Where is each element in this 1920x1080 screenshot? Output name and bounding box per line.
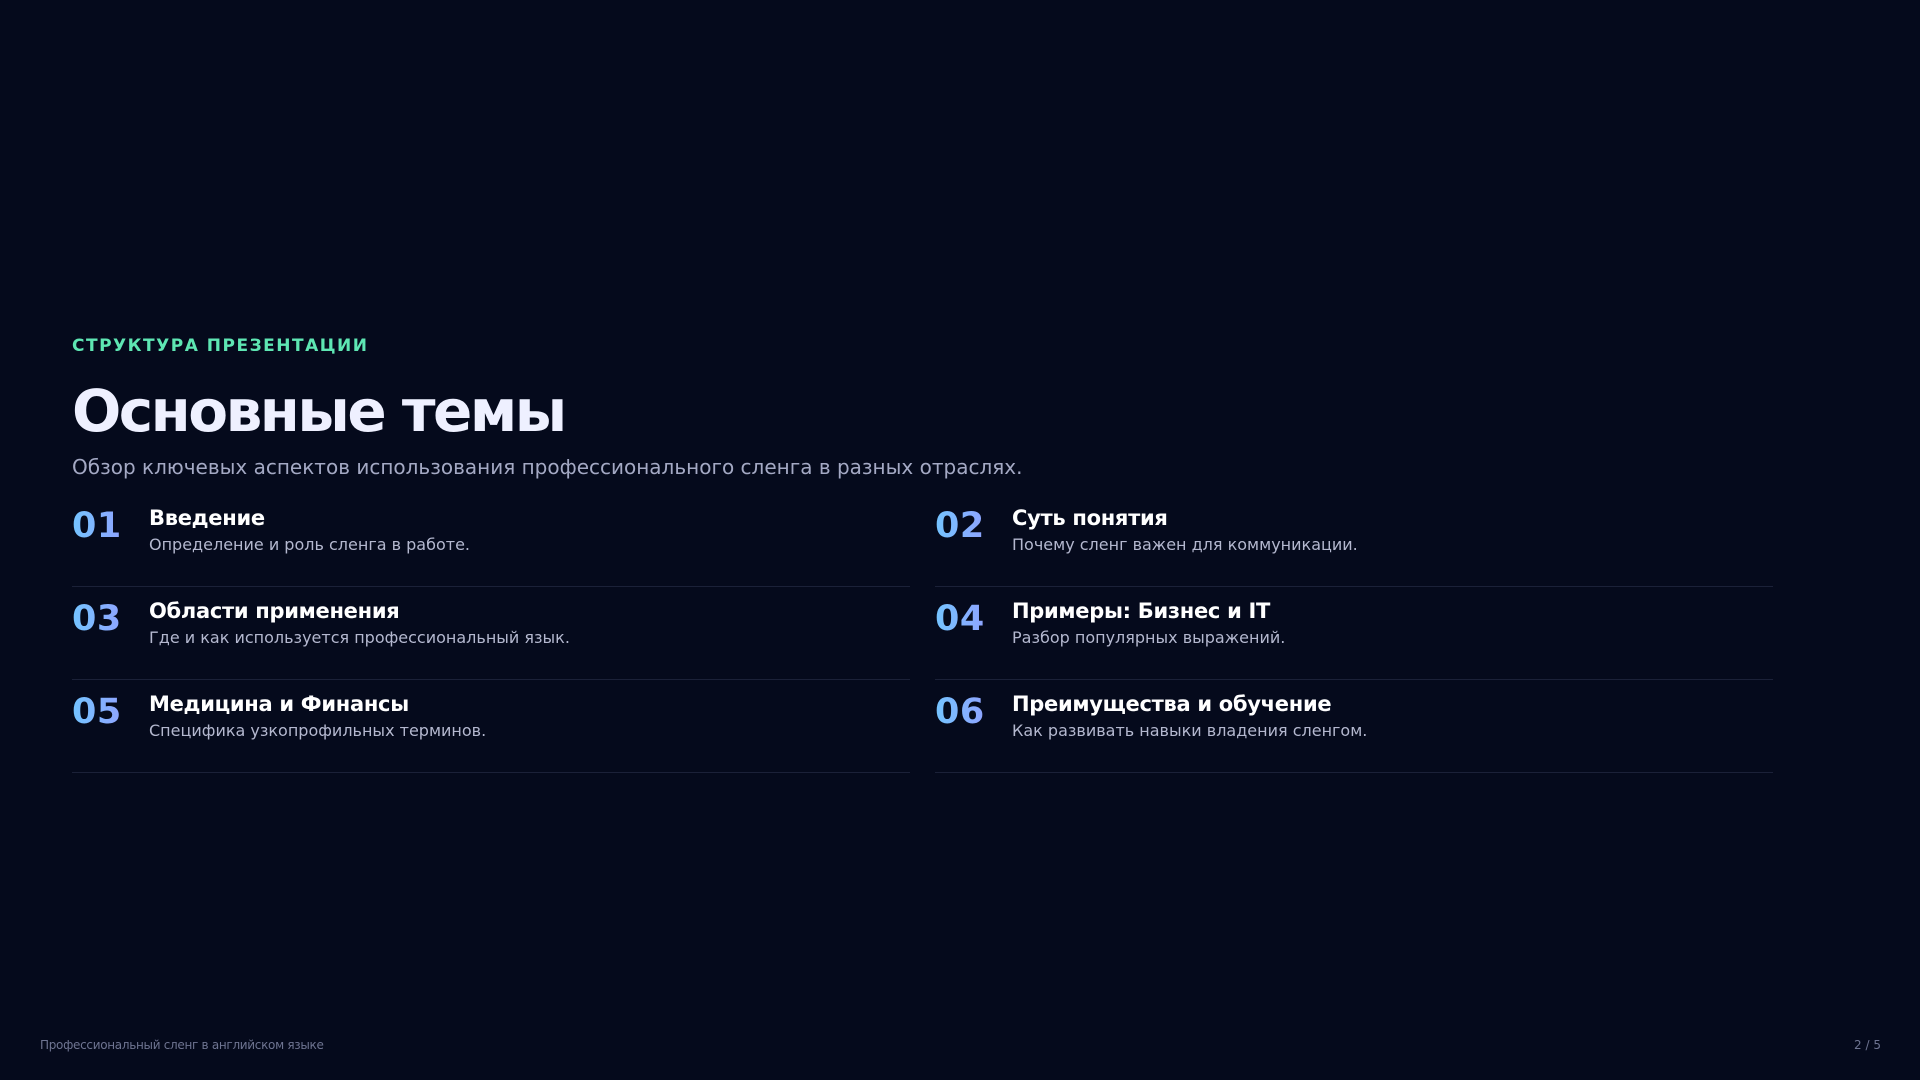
topic-description: Почему сленг важен для коммуникации.: [1012, 535, 1358, 554]
topic-number: 04: [935, 599, 1012, 639]
topic-text: Введение Определение и роль сленга в раб…: [149, 504, 470, 556]
topic-description: Специфика узкопрофильных терминов.: [149, 721, 487, 740]
topic-title: Суть понятия: [1012, 506, 1168, 530]
topic-description: Где и как используется профессиональный …: [149, 628, 570, 647]
topic-item-05: 05 Медицина и Финансы Специфика узкопроф…: [72, 680, 910, 773]
footer-page-indicator: 2 / 5: [1854, 1038, 1881, 1052]
topic-text: Суть понятия Почему сленг важен для комм…: [1012, 504, 1358, 556]
topic-item-03: 03 Области применения Где и как использу…: [72, 587, 910, 680]
topic-number: 05: [72, 692, 149, 732]
topic-description: Разбор популярных выражений.: [1012, 628, 1286, 647]
topic-title: Преимущества и обучение: [1012, 692, 1332, 716]
topic-item-04: 04 Примеры: Бизнес и IT Разбор популярны…: [935, 587, 1773, 680]
topic-title: Примеры: Бизнес и IT: [1012, 599, 1271, 623]
topic-title: Области применения: [149, 599, 400, 623]
topic-number: 06: [935, 692, 1012, 732]
topic-number: 01: [72, 506, 149, 546]
topic-item-01: 01 Введение Определение и роль сленга в …: [72, 494, 910, 587]
topic-number: 02: [935, 506, 1012, 546]
topic-text: Медицина и Финансы Специфика узкопрофиль…: [149, 690, 486, 742]
page-subtitle: Обзор ключевых аспектов использования пр…: [72, 455, 1023, 479]
topic-title: Медицина и Финансы: [149, 692, 409, 716]
slide: СТРУКТУРА ПРЕЗЕНТАЦИИ Основные темы Обзо…: [0, 0, 1920, 1080]
topic-text: Примеры: Бизнес и IT Разбор популярных в…: [1012, 597, 1285, 649]
topic-text: Области применения Где и как используетс…: [149, 597, 570, 649]
page-title: Основные темы: [72, 377, 567, 445]
topic-text: Преимущества и обучение Как развивать на…: [1012, 690, 1367, 742]
topic-title: Введение: [149, 506, 265, 530]
slide-header: СТРУКТУРА ПРЕЗЕНТАЦИИ Основные темы Обзо…: [72, 334, 1772, 480]
topic-item-02: 02 Суть понятия Почему сленг важен для к…: [935, 494, 1773, 587]
topic-item-06: 06 Преимущества и обучение Как развивать…: [935, 680, 1773, 773]
section-label: СТРУКТУРА ПРЕЗЕНТАЦИИ: [72, 336, 369, 356]
footer-presentation-title: Профессиональный сленг в английском язык…: [40, 1038, 324, 1052]
topic-number: 03: [72, 599, 149, 639]
topic-description: Как развивать навыки владения сленгом.: [1012, 721, 1368, 740]
topic-description: Определение и роль сленга в работе.: [149, 535, 470, 554]
topics-grid: 01 Введение Определение и роль сленга в …: [72, 494, 1773, 773]
